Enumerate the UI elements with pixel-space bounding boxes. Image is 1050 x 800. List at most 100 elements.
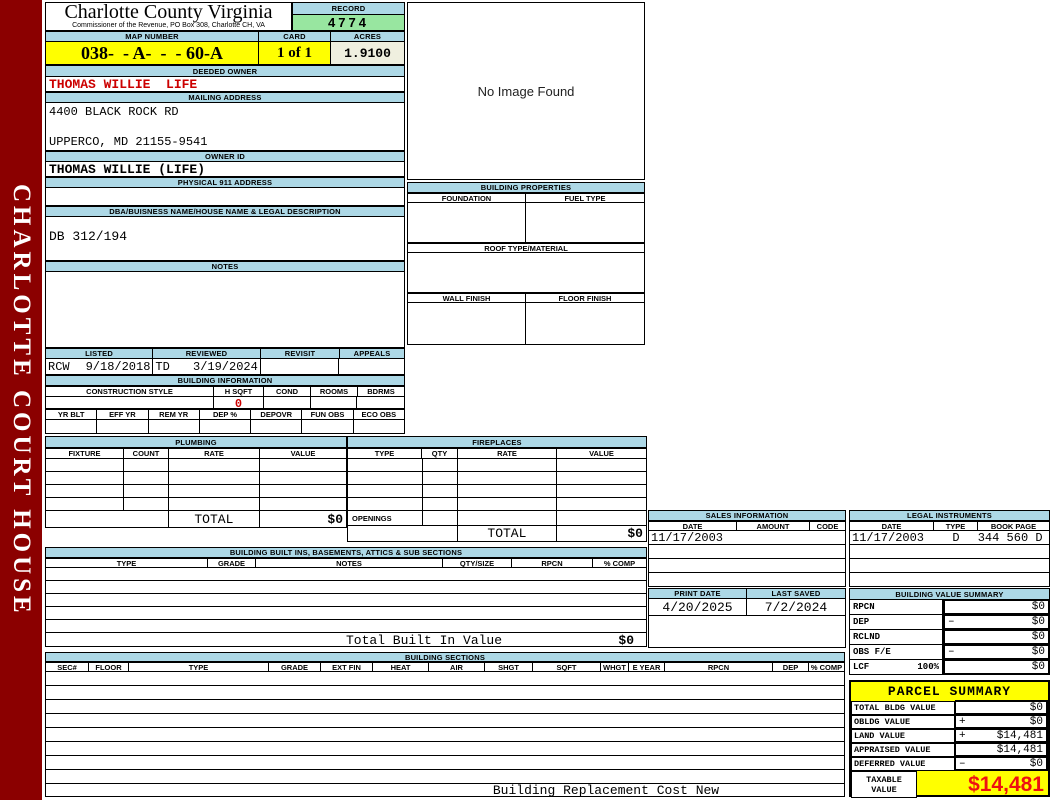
deferred-sign: –	[959, 757, 966, 770]
building-sections-footer-row: Building Replacement Cost New	[45, 783, 845, 798]
taxable-value: $14,481	[968, 773, 1044, 796]
building-sections-row	[45, 686, 845, 700]
hsqft-label: H SQFT	[214, 386, 264, 397]
sales-row	[648, 545, 846, 559]
parcel-row-appraised: APPRAISED VALUE $14,481	[851, 742, 1048, 757]
wall-floor-values	[407, 303, 645, 345]
construction-style-value	[46, 397, 215, 408]
revisit-value	[261, 359, 340, 374]
bvs-row-lcf: LCF 100% $0	[849, 659, 1050, 675]
physical-address-value	[45, 188, 405, 206]
plumbing-headers: FIXTURE COUNT RATE VALUE	[45, 448, 347, 459]
bvs-row-rpcn: RPCN $0	[849, 599, 1050, 615]
fireplaces-row	[347, 472, 647, 485]
appraised-value: $14,481	[996, 743, 1043, 756]
amount-label: AMOUNT	[737, 521, 810, 531]
lcf-value: $0	[1031, 661, 1045, 673]
wall-finish-label: WALL FINISH	[407, 293, 526, 303]
plumbing-total-value: $0	[327, 511, 343, 527]
type-label: TYPE	[347, 448, 422, 459]
empty-cell	[97, 420, 149, 433]
obldg-sign: +	[959, 715, 966, 728]
rpcn-label: RPCN	[853, 602, 875, 612]
sales-row	[648, 573, 846, 587]
fireplaces-total-label: TOTAL	[458, 526, 557, 541]
openings-label: OPENINGS	[348, 511, 423, 525]
type-label: TYPE	[129, 662, 269, 672]
building-sections-row	[45, 728, 845, 742]
plumbing-table: PLUMBING FIXTURE COUNT RATE VALUE TOTAL …	[45, 436, 347, 528]
rooms-value	[311, 397, 358, 408]
record-value: 4774	[292, 15, 405, 31]
legal-instruments-row	[849, 545, 1050, 559]
rclnd-value: $0	[1031, 631, 1045, 643]
building-properties-table: BUILDING PROPERTIES FOUNDATION FUEL TYPE…	[407, 182, 645, 345]
count-label: COUNT	[124, 448, 169, 459]
rate-label: RATE	[458, 448, 557, 459]
parcel-summary: PARCEL SUMMARY TOTAL BLDG VALUE $0 OBLDG…	[849, 680, 1050, 798]
notes-label: NOTES	[256, 558, 443, 568]
type-label: TYPE	[45, 558, 208, 568]
bvs-row-dep: DEP – $0	[849, 614, 1050, 630]
plumbing-title: PLUMBING	[45, 436, 347, 448]
appraised-label: APPRAISED VALUE	[851, 743, 955, 757]
sales-row	[648, 559, 846, 573]
lcf-pct: 100%	[917, 662, 939, 672]
fuel-type-label: FUEL TYPE	[526, 193, 645, 203]
empty-cell	[46, 420, 98, 433]
shgt-label: SHGT	[485, 662, 533, 672]
fireplaces-total-value: $0	[627, 526, 643, 541]
fireplaces-title: FIREPLACES	[347, 436, 647, 448]
depovr-label: DEPOVR	[251, 409, 303, 420]
sales-title: SALES INFORMATION	[648, 510, 846, 521]
construction-style-label: CONSTRUCTION STYLE	[45, 386, 214, 397]
legal-instruments-table: LEGAL INSTRUMENTS DATE TYPE BOOK PAGE 11…	[849, 510, 1050, 587]
rooms-label: ROOMS	[311, 386, 358, 397]
built-ins-total-label: Total Built In Value	[346, 633, 503, 648]
listed-date: 9/18/2018	[85, 359, 151, 374]
total-bldg-value: $0	[1029, 701, 1043, 714]
built-ins-table: BUILDING BUILT INS, BASEMENTS, ATTICS & …	[45, 547, 647, 648]
plumbing-total-label: TOTAL	[169, 511, 260, 527]
building-info-headers-1: CONSTRUCTION STYLE H SQFT COND ROOMS BDR…	[45, 386, 405, 397]
ext-fin-label: EXT FIN	[321, 662, 373, 672]
dep-value: $0	[1031, 616, 1045, 628]
floor-label: FLOOR	[89, 662, 129, 672]
instrument-type: D	[952, 530, 960, 545]
notes-value	[45, 272, 405, 348]
dates-empty-area	[648, 616, 846, 648]
dates-headers: PRINT DATE LAST SAVED	[648, 588, 846, 599]
card-value: 1 of 1	[259, 42, 331, 65]
land-value: $14,481	[996, 729, 1043, 742]
record-card-panel: Charlotte County Virginia Commissioner o…	[45, 2, 405, 434]
legal-instruments-title: LEGAL INSTRUMENTS	[849, 510, 1050, 521]
rpcn-label: RPCN	[512, 558, 593, 568]
air-label: AIR	[429, 662, 485, 672]
built-ins-title: BUILDING BUILT INS, BASEMENTS, ATTICS & …	[45, 547, 647, 558]
building-sections-table: BUILDING SECTIONS SEC# FLOOR TYPE GRADE …	[45, 652, 845, 798]
map-number-label: MAP NUMBER	[45, 31, 259, 42]
obs-sign: –	[948, 646, 955, 658]
fireplaces-table: FIREPLACES TYPE QTY RATE VALUE OPENINGS …	[347, 436, 647, 542]
sales-headers: DATE AMOUNT CODE	[648, 521, 846, 531]
built-ins-row	[45, 620, 647, 633]
deeded-owner-label: DEEDED OWNER	[45, 65, 405, 77]
wall-floor-headers: WALL FINISH FLOOR FINISH	[407, 293, 645, 303]
building-sections-row	[45, 756, 845, 770]
mailing-address-line1: 4400 BLACK ROCK RD	[49, 105, 179, 119]
land-label: LAND VALUE	[851, 729, 955, 743]
total-bldg-label: TOTAL BLDG VALUE	[851, 701, 955, 715]
last-saved-label: LAST SAVED	[747, 588, 846, 599]
rclnd-label: RCLND	[853, 632, 881, 642]
parcel-row-deferred: DEFERRED VALUE – $0	[851, 756, 1048, 771]
fuel-type-value	[526, 203, 644, 242]
fixture-label: FIXTURE	[45, 448, 124, 459]
reviewed-date: 3/19/2024	[193, 359, 258, 374]
replacement-cost-label: Building Replacement Cost New	[492, 783, 720, 798]
plumbing-row	[45, 472, 347, 485]
code-label: CODE	[810, 521, 846, 531]
deeded-owner-value: THOMAS WILLIE LIFE	[45, 77, 405, 92]
record-label: RECORD	[292, 2, 405, 15]
fireplaces-row	[347, 485, 647, 498]
bdrms-label: BDRMS	[358, 386, 405, 397]
